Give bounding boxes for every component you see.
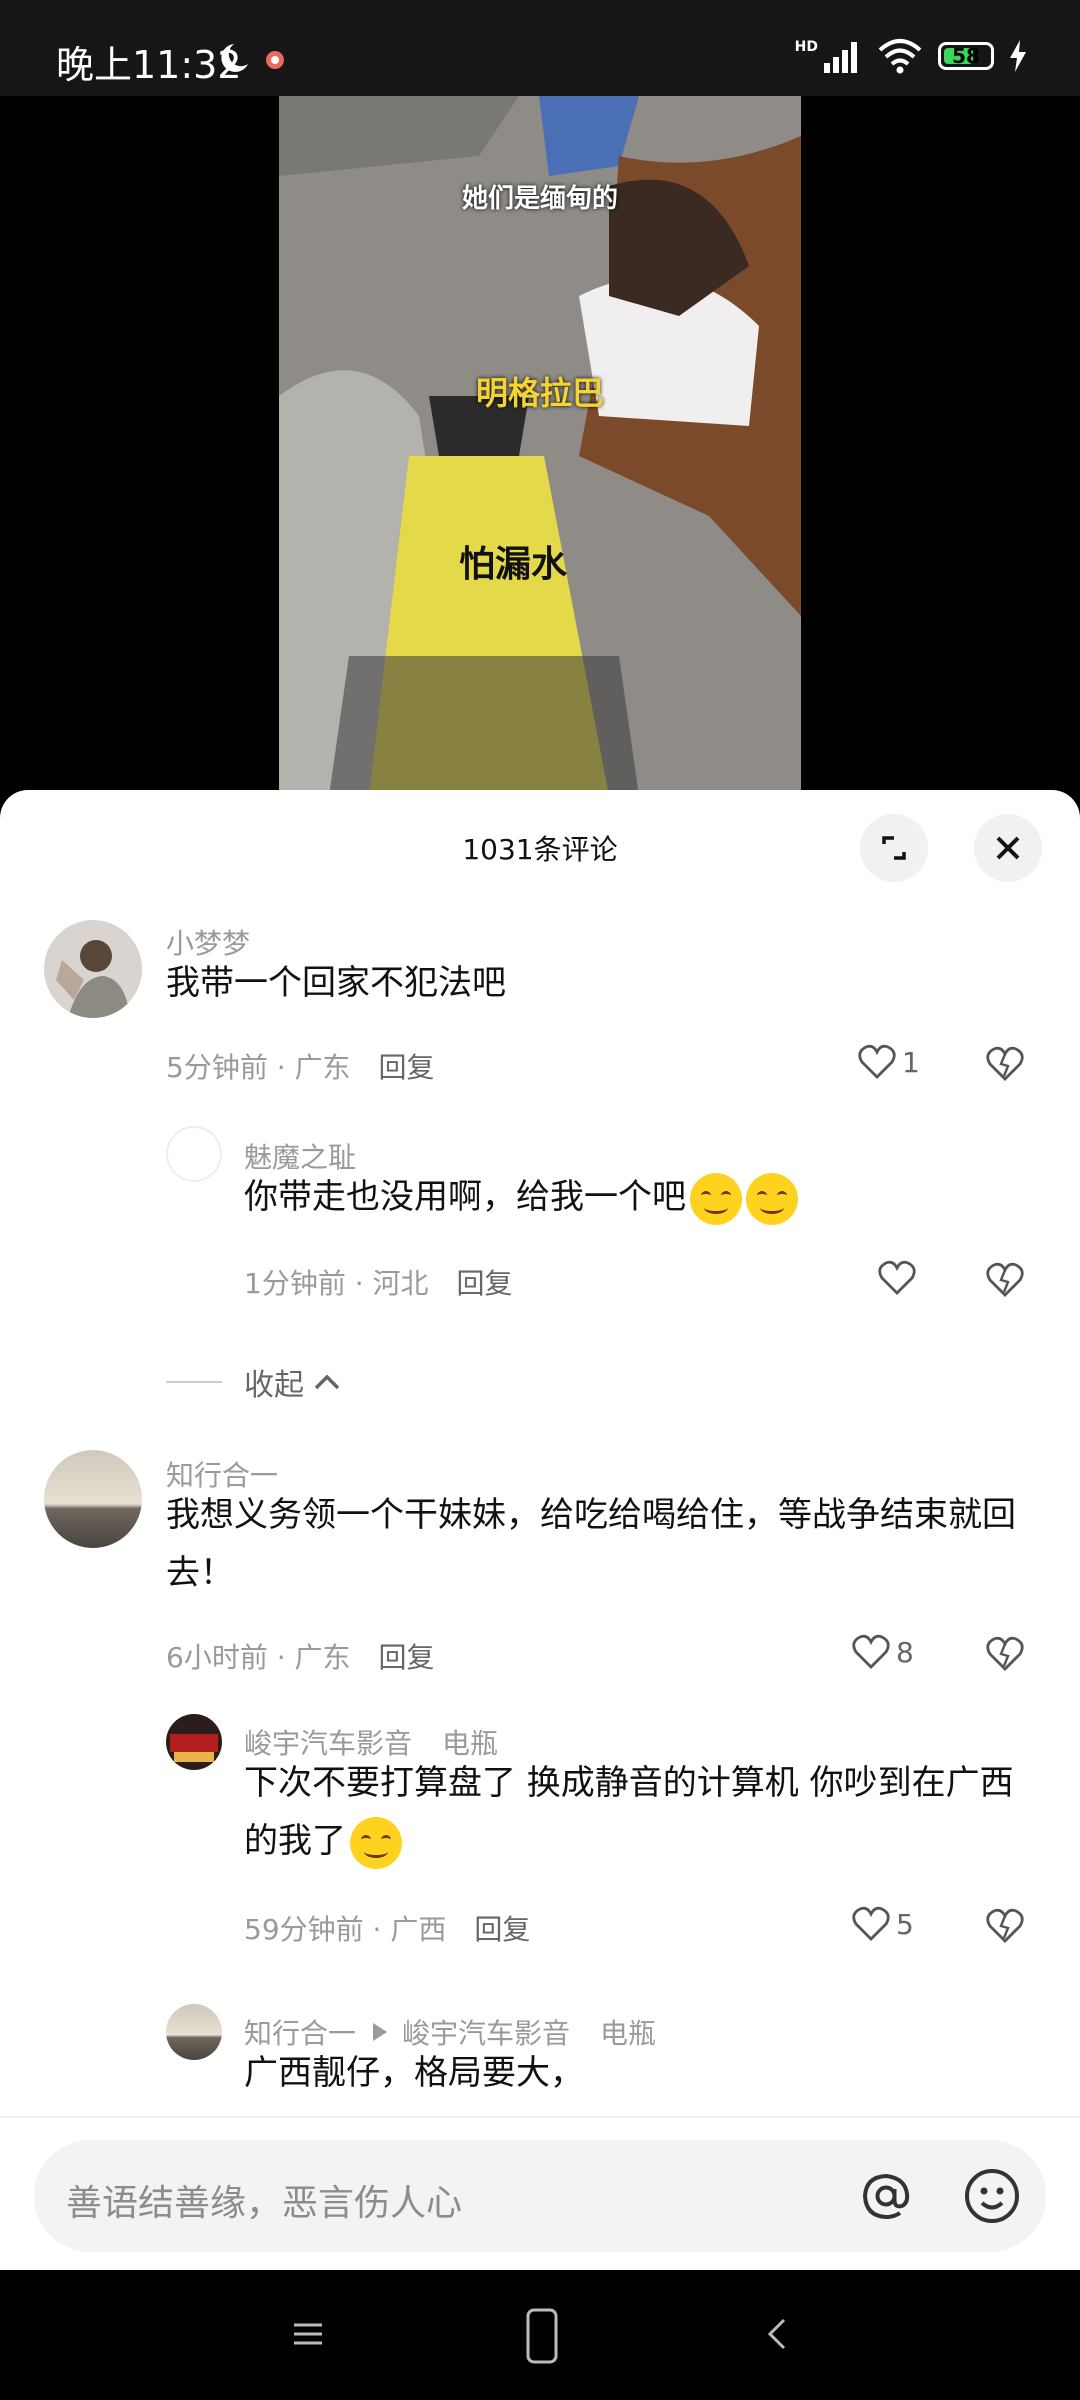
reply-button[interactable]: 回复 xyxy=(474,1913,530,1946)
menu-icon[interactable] xyxy=(288,2314,328,2354)
avatar[interactable] xyxy=(166,1126,222,1182)
avatar[interactable] xyxy=(166,2004,222,2060)
comment-input-placeholder: 善语结善缘，恶言伤人心 xyxy=(66,2183,463,2224)
video-caption-top: 她们是缅甸的 xyxy=(461,184,618,214)
comment-time: 59分钟前 xyxy=(244,1913,364,1946)
signal-icon xyxy=(824,42,857,73)
comment-sheet: 1031条评论 小梦梦 我带一个回家不犯法吧 5分钟前 · 广东 回复 1 魅魔之… xyxy=(0,790,1080,2270)
like-button[interactable] xyxy=(878,1260,916,1296)
comment-meta: 1分钟前 · 河北 回复 xyxy=(244,1267,513,1300)
comment-text[interactable]: 我带一个回家不犯法吧 xyxy=(166,954,506,1012)
like-count: 8 xyxy=(896,1635,914,1669)
comment-text[interactable]: 下次不要打算盘了 换成静音的计算机 你吵到在广西的我了 xyxy=(244,1754,1034,1870)
notification-app-icon xyxy=(266,51,284,69)
emoji-button[interactable] xyxy=(958,2162,1026,2234)
charging-icon xyxy=(1010,40,1026,72)
reply-button[interactable]: 回复 xyxy=(379,1641,435,1674)
dislike-button[interactable] xyxy=(986,1636,1024,1676)
dislike-button[interactable] xyxy=(986,1908,1024,1948)
heart-icon xyxy=(858,1044,896,1079)
broken-heart-icon xyxy=(986,1262,1024,1297)
close-icon xyxy=(996,836,1020,860)
comment-text-content: 你带走也没用啊，给我一个吧 xyxy=(244,1177,686,1217)
sign-text: 怕漏水 xyxy=(459,544,568,585)
emoji-icon xyxy=(965,2169,1019,2223)
comment-meta: 59分钟前 · 广西 回复 xyxy=(244,1913,531,1946)
comment-time: 1分钟前 xyxy=(244,1267,346,1300)
comment-input[interactable]: 善语结善缘，恶言伤人心 xyxy=(34,2140,1046,2252)
like-count: 1 xyxy=(902,1045,920,1079)
like-button[interactable]: 8 xyxy=(852,1634,914,1670)
comment-input-bar: 善语结善缘，恶言伤人心 xyxy=(0,2116,1080,2272)
home-icon[interactable] xyxy=(522,2306,562,2366)
collapse-label: 收起 xyxy=(244,1368,304,1403)
smile-emoji-icon xyxy=(350,1816,402,1869)
comment-time: 6小时前 xyxy=(166,1641,268,1674)
video-caption-middle: 明格拉巴 xyxy=(475,374,604,412)
chevron-up-icon xyxy=(314,1374,340,1390)
dislike-button[interactable] xyxy=(986,1262,1024,1302)
dislike-button[interactable] xyxy=(986,1046,1024,1086)
user-badge: 电瓶 xyxy=(600,2017,657,2050)
grin-emoji-icon xyxy=(746,1172,798,1225)
expand-icon xyxy=(882,836,906,860)
like-button[interactable]: 1 xyxy=(858,1044,920,1080)
video-frame[interactable]: 怕漏水 她们是缅甸的 明格拉巴 xyxy=(279,96,801,796)
close-comments-button[interactable] xyxy=(974,814,1042,882)
avatar[interactable] xyxy=(166,1714,222,1770)
avatar[interactable] xyxy=(44,920,142,1018)
status-right-icons: HD 58 xyxy=(795,38,1028,74)
comment-location: 广西 xyxy=(390,1913,447,1946)
expand-button[interactable] xyxy=(860,814,928,882)
comment-text[interactable]: 我想义务领一个干妹妹，给吃给喝给住，等战争结束就回去！ xyxy=(166,1486,1026,1602)
comment-location: 河北 xyxy=(372,1267,429,1300)
moon-icon xyxy=(221,44,248,72)
grin-emoji-icon xyxy=(690,1172,742,1225)
battery-level: 58 xyxy=(952,44,980,68)
heart-icon xyxy=(878,1260,916,1295)
mention-button[interactable] xyxy=(852,2162,920,2234)
comment-location: 广东 xyxy=(294,1051,351,1084)
like-button[interactable]: 5 xyxy=(852,1906,914,1942)
comment-meta: 5分钟前 · 广东 回复 xyxy=(166,1051,435,1084)
comment-text[interactable]: 广西靓仔，格局要大， xyxy=(244,2044,584,2102)
wifi-icon xyxy=(878,39,922,74)
collapse-replies-button[interactable]: 收起 xyxy=(166,1360,344,1404)
comment-text[interactable]: 你带走也没用啊，给我一个吧 xyxy=(244,1168,798,1226)
broken-heart-icon xyxy=(986,1046,1024,1081)
status-time: 晚上11:32 xyxy=(56,43,242,87)
avatar[interactable] xyxy=(44,1450,142,1548)
comment-meta: 6小时前 · 广东 回复 xyxy=(166,1641,435,1674)
reply-arrow-icon xyxy=(373,2023,388,2041)
network-label: HD xyxy=(794,39,818,55)
broken-heart-icon xyxy=(986,1636,1024,1671)
broken-heart-icon xyxy=(986,1908,1024,1943)
at-icon xyxy=(862,2173,910,2220)
battery-icon: 58 xyxy=(938,42,994,70)
back-icon[interactable] xyxy=(758,2314,798,2354)
comment-location: 广东 xyxy=(294,1641,351,1674)
status-left-icons xyxy=(218,40,298,80)
comment-time: 5分钟前 xyxy=(166,1051,268,1084)
heart-icon xyxy=(852,1634,890,1669)
like-count: 5 xyxy=(896,1907,914,1941)
divider xyxy=(166,1381,222,1383)
status-bar: 晚上11:32 HD 58 xyxy=(0,0,1080,96)
reply-button[interactable]: 回复 xyxy=(457,1267,513,1300)
reply-button[interactable]: 回复 xyxy=(379,1051,435,1084)
video-player[interactable]: 怕漏水 她们是缅甸的 明格拉巴 xyxy=(0,96,1080,796)
system-navigation-bar xyxy=(0,2270,1080,2400)
heart-icon xyxy=(852,1906,890,1941)
